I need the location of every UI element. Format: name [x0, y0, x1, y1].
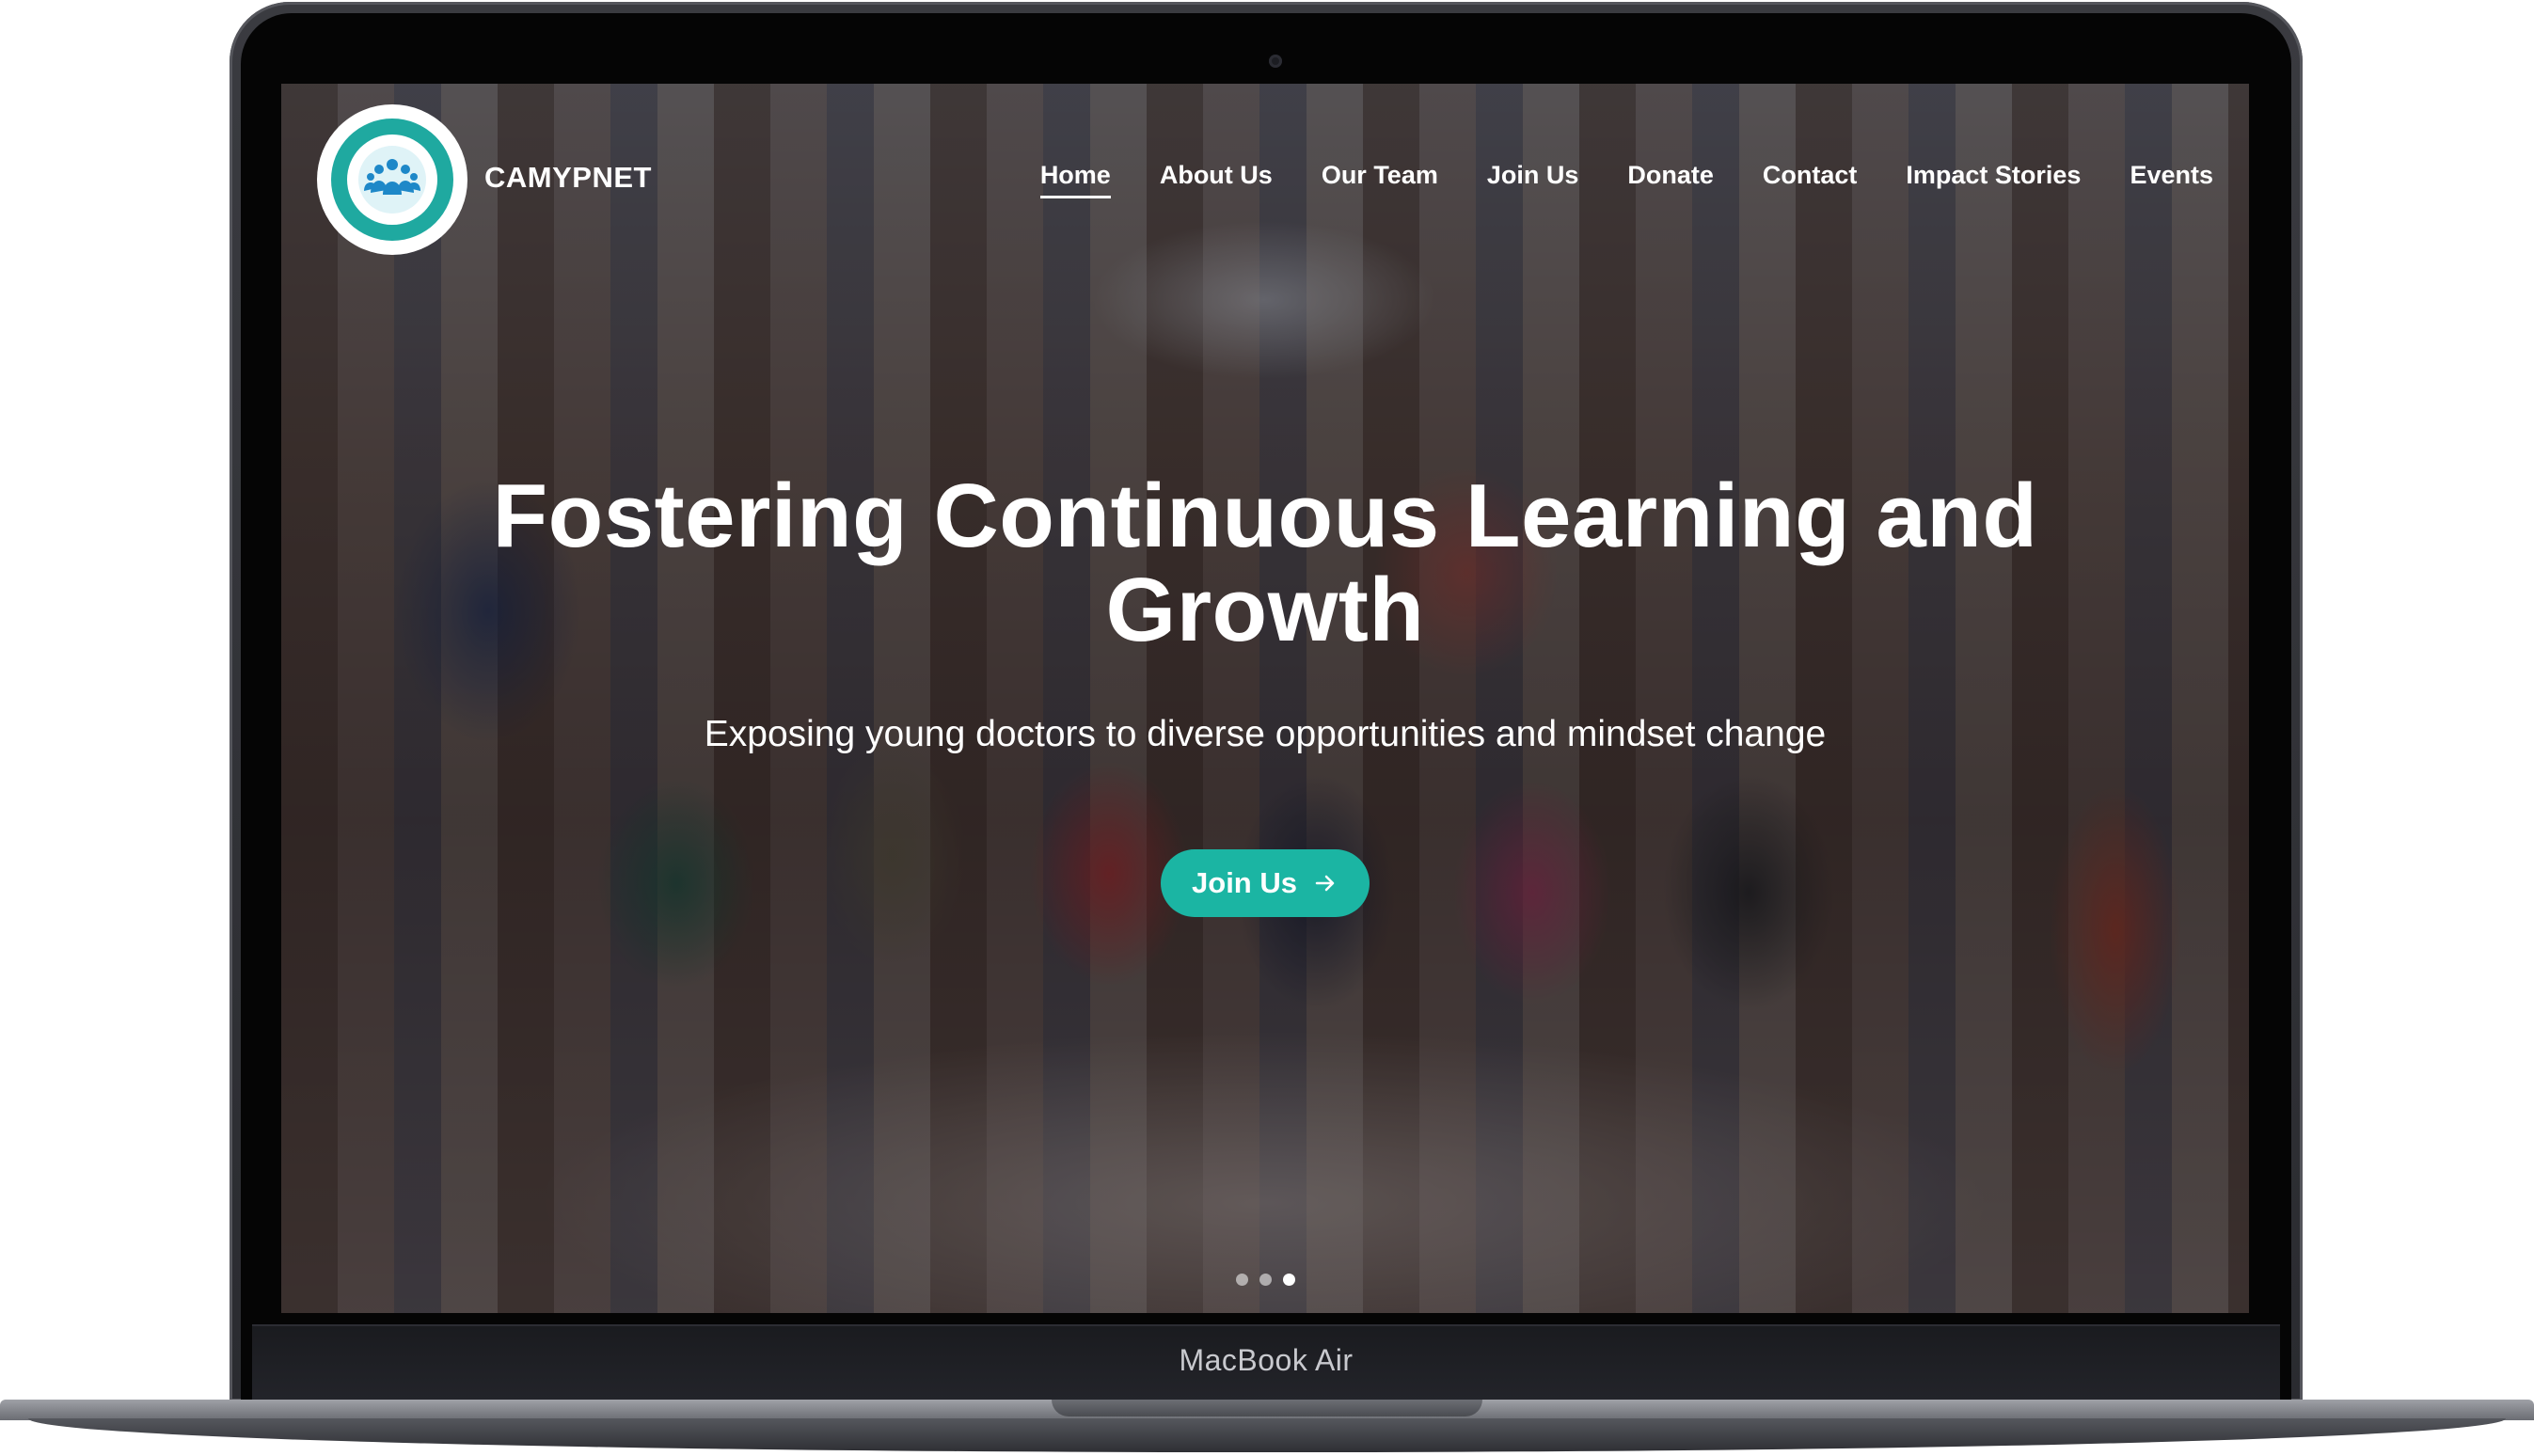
carousel-indicators — [281, 1274, 2249, 1286]
hinge-notch — [1052, 1400, 1482, 1416]
join-us-button-label: Join Us — [1192, 866, 1297, 899]
brand-name[interactable]: CAMYPNET — [484, 161, 652, 195]
logo-emblem — [347, 135, 437, 225]
nav-impact-stories[interactable]: Impact Stories — [1906, 161, 2081, 198]
device-mockup: MacBook Air CAMYPNET Home About Us Our T… — [0, 0, 2534, 1456]
nav-events[interactable]: Events — [2130, 161, 2213, 198]
nav-about-us[interactable]: About Us — [1160, 161, 1273, 198]
carousel-dot-1[interactable] — [1235, 1274, 1248, 1286]
nav-join-us[interactable]: Join Us — [1487, 161, 1579, 198]
hero-overlay — [281, 84, 2249, 1313]
nav-contact[interactable]: Contact — [1763, 161, 1858, 198]
logo-ring — [331, 119, 453, 241]
device-model-label: MacBook Air — [1179, 1343, 1354, 1377]
arrow-right-icon — [1315, 875, 1335, 892]
carousel-dot-2[interactable] — [1259, 1274, 1272, 1286]
site-logo[interactable] — [317, 104, 467, 255]
bezel-chin: MacBook Air — [252, 1324, 2280, 1401]
laptop-base — [0, 1400, 2534, 1456]
carousel-dot-3[interactable] — [1282, 1274, 1295, 1286]
people-group-icon — [358, 146, 426, 214]
main-nav: Home About Us Our Team Join Us Donate Co… — [1039, 161, 2213, 198]
hero-title: Fostering Continuous Learning and Growth — [492, 466, 2038, 660]
website-screen: CAMYPNET Home About Us Our Team Join Us … — [281, 84, 2249, 1313]
nav-donate[interactable]: Donate — [1627, 161, 1714, 198]
webcam-icon — [1269, 55, 1282, 68]
hero-subtitle: Exposing young doctors to diverse opport… — [704, 714, 1827, 754]
base-bottom — [28, 1418, 2506, 1452]
nav-home[interactable]: Home — [1039, 161, 1111, 198]
join-us-button[interactable]: Join Us — [1161, 849, 1370, 917]
nav-our-team[interactable]: Our Team — [1322, 161, 1438, 198]
